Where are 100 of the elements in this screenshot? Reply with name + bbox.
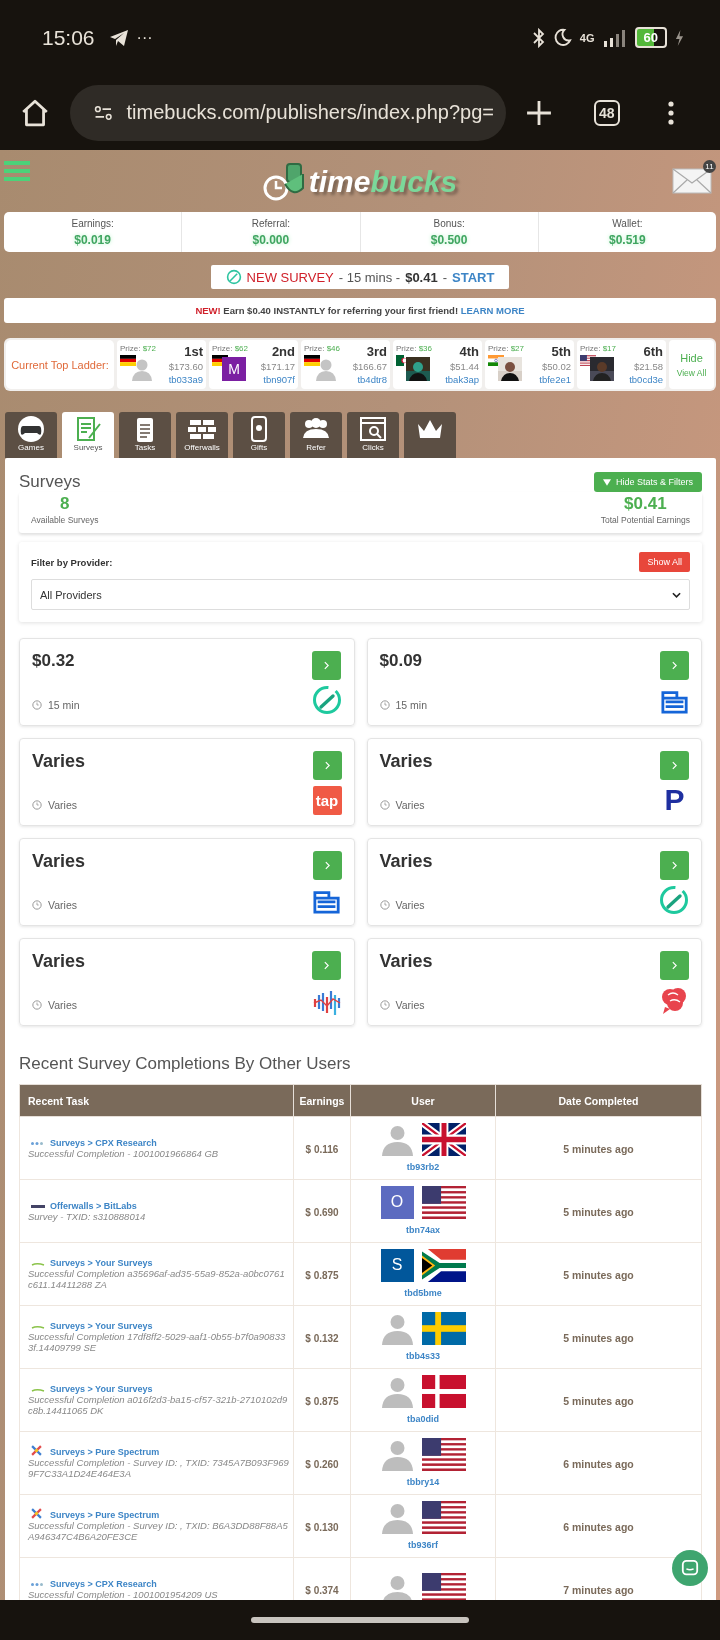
go-button[interactable] xyxy=(312,651,341,680)
task-link[interactable]: Surveys > Your Surveys xyxy=(28,1258,293,1268)
chat-icon xyxy=(681,1559,699,1577)
bar-icon xyxy=(31,1204,45,1208)
learn-more-link[interactable]: LEARN MORE xyxy=(460,305,525,316)
clock-icon xyxy=(379,900,390,910)
start-link[interactable]: START xyxy=(452,269,495,285)
section-title: Recent Survey Completions By Other Users xyxy=(19,1054,352,1074)
user-avatar: M xyxy=(222,357,246,381)
go-button[interactable] xyxy=(312,951,341,980)
go-button[interactable] xyxy=(660,651,689,680)
ladder-entry[interactable]: Prize: $62 M 2nd $171.17 tbn907f xyxy=(209,340,298,389)
task-link[interactable]: Surveys > Your Surveys xyxy=(28,1384,293,1394)
nav-tab[interactable]: Tasks xyxy=(119,412,171,458)
survey-card[interactable]: $0.32 15 min xyxy=(19,638,355,726)
nav-tab[interactable]: Surveys xyxy=(62,412,114,458)
username-link[interactable]: tb93rb2 xyxy=(406,1161,440,1172)
provider-select[interactable]: All Providers xyxy=(31,579,690,610)
address-bar[interactable]: timebucks.com/publishers/index.php?pg= xyxy=(70,84,506,141)
survey-card[interactable]: Varies Varies P xyxy=(366,738,702,826)
task-link[interactable]: Surveys > Pure Spectrum xyxy=(28,1447,293,1457)
logo-text[interactable]: timebucks xyxy=(308,165,458,199)
flag-icon xyxy=(421,1248,466,1282)
colored-cross-icon xyxy=(31,1445,42,1456)
flag-icon xyxy=(421,1311,466,1345)
task-detail: Successful Completion - 1001001954209 US xyxy=(28,1588,219,1600)
earnings-cell: $ 0.116 xyxy=(305,1144,339,1155)
username-link[interactable]: tba0did xyxy=(407,1413,439,1424)
balance-value: $0.519 xyxy=(609,232,646,247)
task-link[interactable]: Surveys > CPX Research xyxy=(28,1578,293,1589)
survey-card[interactable]: Varies Varies tap xyxy=(19,738,355,826)
nav-tab[interactable]: Gifts xyxy=(233,412,285,458)
username-link[interactable]: tb936rf xyxy=(408,1539,438,1550)
survey-duration: Varies xyxy=(395,899,425,911)
nav-tab[interactable]: Refer xyxy=(290,412,342,458)
hide-link[interactable]: Hide xyxy=(680,351,703,364)
potential-earnings-label: Total Potential Earnings xyxy=(600,515,690,525)
task-link[interactable]: Offerwalls > BitLabs xyxy=(28,1200,293,1211)
nav-tab[interactable]: Offerwalls xyxy=(176,412,228,458)
clock-icon xyxy=(379,800,390,810)
survey-card[interactable]: $0.09 15 min xyxy=(366,638,702,726)
survey-duration: Varies xyxy=(48,799,77,811)
survey-card[interactable]: Varies Varies xyxy=(19,938,355,1026)
chevron-right-icon xyxy=(672,661,677,670)
plus-icon[interactable] xyxy=(526,99,552,126)
survey-card[interactable]: Varies Varies xyxy=(366,838,702,926)
username-link[interactable]: tb4dtr8 xyxy=(357,374,387,385)
nav-tab[interactable] xyxy=(404,412,456,458)
go-button[interactable] xyxy=(312,751,342,780)
show-all-button[interactable]: Show All xyxy=(639,552,690,572)
ladder-entry[interactable]: Prize: $46 3rd $166.67 tb4dtr8 xyxy=(301,340,390,389)
earnings-cell: $ 0.875 xyxy=(305,1270,339,1281)
date-cell: 5 minutes ago xyxy=(563,1332,634,1344)
prize-text: Prize: $72 xyxy=(120,344,157,353)
balance-label: Bonus: xyxy=(433,217,465,229)
envelope-icon[interactable] xyxy=(672,168,712,194)
chevron-right-icon xyxy=(324,861,330,870)
go-button[interactable] xyxy=(659,851,689,880)
survey-reward: $0.32 xyxy=(32,651,76,671)
survey-duration: - 15 mins - xyxy=(338,269,401,285)
tab-count-button[interactable]: 48 xyxy=(594,99,620,126)
survey-card[interactable]: Varies Varies xyxy=(366,938,702,1026)
username-link[interactable]: tbbry14 xyxy=(406,1476,440,1487)
status-time: 15:06 xyxy=(42,25,95,50)
username-link[interactable]: tbd5bme xyxy=(404,1287,442,1298)
ladder-entry[interactable]: Prize: $27 5th $50.02 tbfe2e1 xyxy=(485,340,574,389)
username-link[interactable]: tb033a9 xyxy=(168,374,203,385)
username-link[interactable]: tbn907f xyxy=(263,374,295,385)
task-link[interactable]: Surveys > Your Surveys xyxy=(28,1321,293,1331)
charging-icon xyxy=(675,29,684,46)
hide-stats-button[interactable]: Hide Stats & Filters xyxy=(593,472,702,492)
username-link[interactable]: tbn74ax xyxy=(406,1224,440,1235)
go-button[interactable] xyxy=(660,751,689,780)
username-link[interactable]: tbb4s33 xyxy=(406,1350,440,1361)
task-detail: Successful Completion 17df8ff2-5029-aaf1-0b55-b7f0a908333f.14409799 SE xyxy=(28,1331,287,1353)
ladder-entry[interactable]: Prize: $17 6th $21.58 tb0cd3e xyxy=(577,340,666,389)
survey-card[interactable]: Varies Varies xyxy=(19,838,355,926)
nav-tab[interactable]: Games xyxy=(5,412,57,458)
username-link[interactable]: tbfe2e1 xyxy=(539,374,571,385)
ladder-entry[interactable]: Prize: $72 1st $173.60 tb033a9 xyxy=(117,340,206,389)
new-survey-banner[interactable]: NEW SURVEY - 15 mins - $0.41 - START xyxy=(211,265,509,289)
clock-icon xyxy=(32,1000,42,1010)
view-all-link[interactable]: View All xyxy=(676,367,707,378)
ladder-entry[interactable]: Prize: $36 4th $51.44 tbak3ap xyxy=(393,340,482,389)
go-button[interactable] xyxy=(312,851,342,880)
rank-text: 1st xyxy=(184,344,203,359)
username-link[interactable]: tbak3ap xyxy=(445,374,479,385)
survey-duration: Varies xyxy=(395,999,425,1011)
letter-logo: P xyxy=(664,785,685,815)
nav-tab[interactable]: Clicks xyxy=(347,412,399,458)
username-link[interactable]: tb0cd3e xyxy=(629,374,663,385)
swoosh-icon xyxy=(31,1388,45,1392)
balance-value: $0.000 xyxy=(252,232,290,247)
menu-icon[interactable] xyxy=(667,100,674,125)
go-button[interactable] xyxy=(659,951,689,980)
task-link[interactable]: Surveys > CPX Research xyxy=(28,1137,293,1148)
chevron-right-icon xyxy=(671,961,677,970)
home-icon[interactable] xyxy=(20,97,50,128)
task-link[interactable]: Surveys > Pure Spectrum xyxy=(28,1510,293,1520)
survey-reward: Varies xyxy=(379,851,433,872)
